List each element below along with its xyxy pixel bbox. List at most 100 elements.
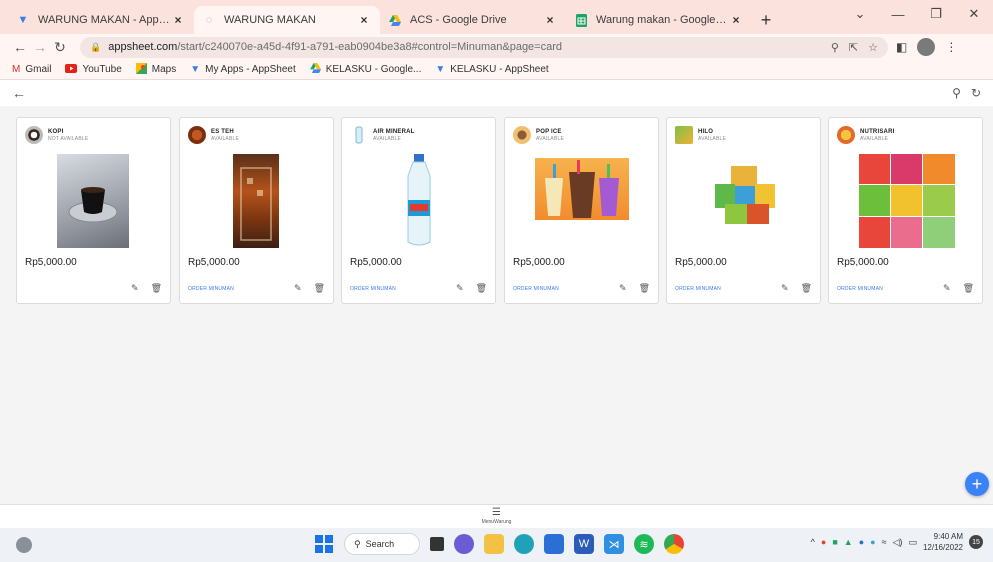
item-status: AVAILABLE: [698, 135, 727, 142]
order-button[interactable]: ORDER MINUMAN: [675, 286, 721, 292]
url-path: /start/c240070e-a45d-4f91-a791-eab0904be…: [177, 41, 563, 53]
bookmark-gmail[interactable]: M Gmail: [12, 64, 51, 75]
bookmark-youtube[interactable]: YouTube: [65, 63, 122, 76]
card-footer: ORDER MINUMAN ✎ 🗑: [350, 283, 487, 294]
nav-label: MenuWarung: [481, 519, 512, 525]
edit-icon[interactable]: ✎: [619, 283, 627, 294]
bookmark-kelasku-appsheet[interactable]: ▼ KELASKU - AppSheet: [435, 64, 548, 75]
item-status: NOT AVAILABLE: [48, 135, 89, 142]
item-price: Rp5,000.00: [513, 257, 565, 268]
lock-icon[interactable]: 🔒: [90, 42, 101, 53]
minimize-icon[interactable]: —: [879, 7, 917, 22]
card-footer: ORDER MINUMAN ✎ 🗑: [837, 283, 974, 294]
wifi-icon[interactable]: ≈: [882, 537, 887, 547]
reload-icon[interactable]: ↻: [50, 39, 70, 56]
word-icon[interactable]: W: [574, 534, 594, 554]
menu-card[interactable]: KOPI NOT AVAILABLE Rp5,000.00 ✎ 🗑: [16, 117, 171, 304]
menu-card[interactable]: AIR MINERAL AVAILABLE Rp5,000.00 ORDER M…: [341, 117, 496, 304]
share-icon[interactable]: ⇱: [849, 41, 858, 54]
close-tab-icon[interactable]: ×: [356, 13, 372, 27]
menu-card[interactable]: POP ICE AVAILABLE Rp5,000.00 ORDER MINUM…: [504, 117, 659, 304]
new-tab-button[interactable]: +: [752, 6, 780, 34]
store-icon[interactable]: [544, 534, 564, 554]
side-panel-icon[interactable]: ◧: [896, 40, 907, 54]
delete-icon[interactable]: 🗑: [639, 283, 650, 294]
address-bar[interactable]: 🔒 appsheet.com /start/c240070e-a45d-4f91…: [80, 36, 888, 58]
bookmark-kelasku-drive[interactable]: KELASKU - Google...: [309, 63, 421, 76]
forward-arrow-icon[interactable]: →: [30, 39, 50, 55]
menu-kebab-icon[interactable]: ⋮: [945, 40, 957, 54]
edit-icon[interactable]: ✎: [943, 283, 951, 294]
menu-card[interactable]: ES TEH AVAILABLE Rp5,000.00 ORDER MINUMA…: [179, 117, 334, 304]
edit-icon[interactable]: ✎: [131, 283, 139, 294]
tray-app-icon[interactable]: ●: [821, 537, 826, 547]
chrome-icon[interactable]: [664, 534, 684, 554]
edit-icon[interactable]: ✎: [294, 283, 302, 294]
start-icon[interactable]: [314, 534, 334, 554]
hilo-sachet-image: [711, 164, 777, 226]
clock[interactable]: 9:40 AM 12/16/2022: [923, 531, 963, 553]
item-name: HILO: [698, 128, 714, 135]
bookmark-my-apps[interactable]: ▼ My Apps - AppSheet: [190, 64, 296, 75]
chat-icon[interactable]: [454, 534, 474, 554]
item-status: AVAILABLE: [373, 135, 402, 142]
menu-card[interactable]: NUTRISARI AVAILABLE Rp5,000.00 ORDER MIN…: [828, 117, 983, 304]
tab-search-icon[interactable]: ⌄: [841, 6, 879, 22]
gmail-icon: M: [12, 64, 21, 75]
tray-drive-icon[interactable]: ▲: [844, 537, 853, 547]
tab-strip: ▼ WARUNG MAKAN - AppSheet × ◌ WARUNG MAK…: [0, 0, 993, 34]
back-arrow-icon[interactable]: ←: [12, 85, 26, 101]
order-button[interactable]: ORDER MINUMAN: [837, 286, 883, 292]
item-name: POP ICE: [536, 128, 562, 135]
youtube-icon: [65, 63, 78, 76]
close-tab-icon[interactable]: ×: [728, 13, 744, 27]
battery-icon[interactable]: ▭: [908, 537, 917, 548]
edit-icon[interactable]: ✎: [456, 283, 464, 294]
close-window-icon[interactable]: ✕: [955, 6, 993, 22]
tab-google-drive[interactable]: ACS - Google Drive ×: [380, 6, 566, 34]
restore-icon[interactable]: ❐: [917, 6, 955, 22]
weather-icon[interactable]: [16, 537, 32, 553]
file-explorer-icon[interactable]: [484, 534, 504, 554]
tray-sheets-icon[interactable]: ■: [832, 537, 837, 547]
close-tab-icon[interactable]: ×: [170, 13, 186, 27]
order-button[interactable]: ORDER MINUMAN: [350, 286, 396, 292]
order-button[interactable]: ORDER MINUMAN: [513, 286, 559, 292]
tab-appsheet[interactable]: ▼ WARUNG MAKAN - AppSheet ×: [8, 6, 194, 34]
back-arrow-icon[interactable]: ←: [10, 39, 30, 55]
tab-google-sheets[interactable]: Warung makan - Google Spreadsh ×: [566, 6, 752, 34]
zoom-icon[interactable]: ⚲: [831, 41, 839, 54]
spotify-icon[interactable]: ≋: [634, 534, 654, 554]
taskbar-search[interactable]: ⚲ Search: [344, 533, 420, 555]
bottom-navigation[interactable]: ☰ MenuWarung: [0, 504, 993, 528]
edit-icon[interactable]: ✎: [781, 283, 789, 294]
task-view-icon[interactable]: [430, 537, 444, 551]
bookmark-maps[interactable]: Maps: [135, 62, 176, 77]
add-button[interactable]: +: [965, 472, 989, 496]
tray-app-icon[interactable]: ●: [859, 537, 864, 547]
card-footer: ORDER MINUMAN ✎ 🗑: [513, 283, 650, 294]
search-icon[interactable]: ⚲: [952, 86, 961, 100]
tray-app-icon[interactable]: ●: [870, 537, 875, 547]
vscode-icon[interactable]: ⋊: [604, 534, 624, 554]
item-price: Rp5,000.00: [25, 257, 77, 268]
delete-icon[interactable]: 🗑: [314, 283, 325, 294]
appsheet-icon: ▼: [190, 64, 201, 75]
notification-badge[interactable]: 15: [969, 535, 983, 549]
volume-icon[interactable]: ◁): [893, 537, 903, 548]
delete-icon[interactable]: 🗑: [801, 283, 812, 294]
order-button[interactable]: ORDER MINUMAN: [188, 286, 234, 292]
sync-icon[interactable]: ↻: [971, 86, 981, 100]
delete-icon[interactable]: 🗑: [476, 283, 487, 294]
delete-icon[interactable]: 🗑: [151, 283, 162, 294]
card-footer: ✎ 🗑: [25, 283, 162, 294]
edge-icon[interactable]: [514, 534, 534, 554]
menu-card[interactable]: HILO AVAILABLE Rp5,000.00 ORDER MINUMAN …: [666, 117, 821, 304]
bookmark-star-icon[interactable]: ☆: [868, 41, 878, 54]
tab-warung-makan[interactable]: ◌ WARUNG MAKAN ×: [194, 6, 380, 34]
profile-avatar[interactable]: [917, 38, 936, 56]
close-tab-icon[interactable]: ×: [542, 13, 558, 27]
tray-overflow-icon[interactable]: ^: [811, 537, 815, 547]
delete-icon[interactable]: 🗑: [963, 283, 974, 294]
card-header: KOPI NOT AVAILABLE: [25, 126, 88, 144]
